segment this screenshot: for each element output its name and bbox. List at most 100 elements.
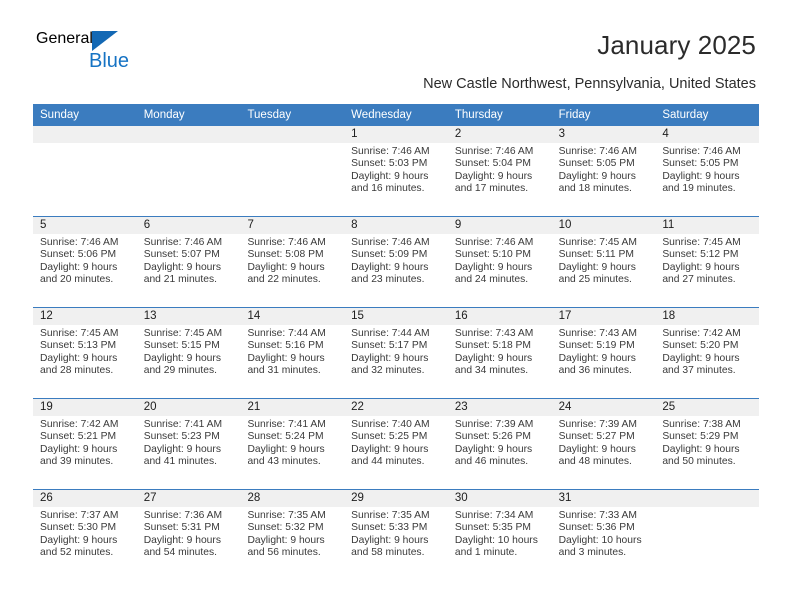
day-number: 12 xyxy=(33,308,137,325)
sunset-text: Sunset: 5:06 PM xyxy=(40,249,117,261)
sunrise-text: Sunrise: 7:43 AM xyxy=(454,328,534,339)
calendar-day-cell[interactable]: 21 Sunrise: 7:41 AM Sunset: 5:24 PM Dayligh… xyxy=(240,399,345,489)
sunrise-text: Sunrise: 7:46 AM xyxy=(454,146,534,157)
day-number: 31 xyxy=(551,490,656,507)
sunrise-text: Sunrise: 7:46 AM xyxy=(247,237,326,248)
day-number: 21 xyxy=(240,399,345,416)
day-details: Sunrise: 7:46 AM Sunset: 5:04 PM Daylight:… xyxy=(448,143,552,196)
calendar-day-cell[interactable]: 26 Sunrise: 7:37 AM Sunset: 5:30 PM Dayligh… xyxy=(33,490,137,580)
daylight-line2-text: and 17 minutes. xyxy=(454,183,529,195)
sunset-text: Sunset: 5:05 PM xyxy=(662,158,739,170)
calendar-day-cell[interactable]: 12 Sunrise: 7:45 AM Sunset: 5:13 PM Dayligh… xyxy=(33,308,137,398)
daylight-line1-text: Daylight: 9 hours xyxy=(143,443,221,455)
calendar-day-cell[interactable]: 28 Sunrise: 7:35 AM Sunset: 5:32 PM Dayligh… xyxy=(240,490,345,580)
calendar-day-cell[interactable]: 29 Sunrise: 7:35 AM Sunset: 5:33 PM Dayligh… xyxy=(344,490,448,580)
daylight-line2-text: and 1 minute. xyxy=(454,547,518,559)
day-details: Sunrise: 7:46 AM Sunset: 5:05 PM Daylight:… xyxy=(552,143,656,196)
calendar-day-cell[interactable]: 15 Sunrise: 7:44 AM Sunset: 5:17 PM Dayligh… xyxy=(344,308,448,398)
sunrise-text: Sunrise: 7:38 AM xyxy=(662,419,741,430)
calendar-day-cell[interactable]: 22 Sunrise: 7:40 AM Sunset: 5:25 PM Dayligh… xyxy=(344,399,448,489)
day-number: 11 xyxy=(655,217,760,234)
sunset-text: Sunset: 5:25 PM xyxy=(351,431,428,443)
day-details: Sunrise: 7:40 AM Sunset: 5:25 PM Daylight:… xyxy=(344,416,448,469)
weekday-header-sunday: Sunday xyxy=(40,109,80,121)
calendar-day-cell-empty xyxy=(33,126,137,216)
calendar-day-cell[interactable]: 13 Sunrise: 7:45 AM Sunset: 5:15 PM Dayligh… xyxy=(136,308,241,398)
day-number: 16 xyxy=(447,308,552,325)
calendar-day-cell[interactable]: 27 Sunrise: 7:36 AM Sunset: 5:31 PM Dayligh… xyxy=(136,490,241,580)
weekday-header-wednesday: Wednesday xyxy=(351,109,412,121)
sunrise-text: Sunrise: 7:46 AM xyxy=(40,237,119,248)
sunset-text: Sunset: 5:18 PM xyxy=(454,340,532,352)
calendar-day-cell[interactable]: 10 Sunrise: 7:45 AM Sunset: 5:11 PM Dayligh… xyxy=(551,217,656,307)
daylight-line2-text: and 25 minutes. xyxy=(558,274,632,286)
calendar-day-cell[interactable]: 20 Sunrise: 7:41 AM Sunset: 5:23 PM Dayligh… xyxy=(136,399,241,489)
sunset-text: Sunset: 5:16 PM xyxy=(247,340,324,352)
calendar-day-cell[interactable]: 4 Sunrise: 7:46 AM Sunset: 5:05 PM Daylight… xyxy=(655,126,760,216)
general-blue-logo[interactable]: General Blue xyxy=(36,30,236,76)
sunrise-text: Sunrise: 7:42 AM xyxy=(40,419,119,430)
daylight-line1-text: Daylight: 9 hours xyxy=(143,534,221,546)
daylight-line1-text: Daylight: 9 hours xyxy=(454,352,533,364)
day-number: 27 xyxy=(136,490,241,507)
calendar-day-cell[interactable]: 17 Sunrise: 7:43 AM Sunset: 5:19 PM Dayligh… xyxy=(551,308,656,398)
day-number: 5 xyxy=(33,217,137,234)
day-number: 22 xyxy=(344,399,448,416)
sunset-text: Sunset: 5:08 PM xyxy=(247,249,324,261)
calendar-day-cell[interactable]: 9 Sunrise: 7:46 AM Sunset: 5:10 PM Daylight… xyxy=(447,217,552,307)
sunrise-text: Sunrise: 7:33 AM xyxy=(558,510,638,521)
page-header: General Blue January 2025 New Castle Nor… xyxy=(0,0,792,92)
day-number: 6 xyxy=(136,217,241,234)
day-details: Sunrise: 7:43 AM Sunset: 5:19 PM Daylight:… xyxy=(552,325,656,378)
daylight-line2-text: and 34 minutes. xyxy=(454,365,529,377)
daylight-line1-text: Daylight: 9 hours xyxy=(558,261,636,273)
calendar-day-cell[interactable]: 14 Sunrise: 7:44 AM Sunset: 5:16 PM Dayligh… xyxy=(240,308,345,398)
sunrise-text: Sunrise: 7:46 AM xyxy=(351,237,430,248)
calendar-day-cell[interactable]: 8 Sunrise: 7:46 AM Sunset: 5:09 PM Daylight… xyxy=(344,217,448,307)
daylight-line2-text: and 19 minutes. xyxy=(662,183,736,195)
daylight-line2-text: and 54 minutes. xyxy=(143,547,217,559)
day-details: Sunrise: 7:42 AM Sunset: 5:21 PM Daylight:… xyxy=(33,416,137,469)
calendar-day-cell[interactable]: 25 Sunrise: 7:38 AM Sunset: 5:29 PM Dayligh… xyxy=(655,399,760,489)
calendar-day-cell[interactable]: 23 Sunrise: 7:39 AM Sunset: 5:26 PM Dayligh… xyxy=(447,399,552,489)
daylight-line1-text: Daylight: 9 hours xyxy=(662,352,740,364)
day-details: Sunrise: 7:35 AM Sunset: 5:32 PM Daylight:… xyxy=(240,507,344,560)
sunset-text: Sunset: 5:24 PM xyxy=(247,431,324,443)
calendar-day-cell[interactable]: 18 Sunrise: 7:42 AM Sunset: 5:20 PM Dayligh… xyxy=(655,308,760,398)
day-details: Sunrise: 7:46 AM Sunset: 5:07 PM Daylight:… xyxy=(137,234,241,287)
day-details: Sunrise: 7:45 AM Sunset: 5:12 PM Daylight:… xyxy=(655,234,759,287)
calendar-day-cell[interactable]: 19 Sunrise: 7:42 AM Sunset: 5:21 PM Dayligh… xyxy=(33,399,137,489)
day-details: Sunrise: 7:46 AM Sunset: 5:09 PM Daylight:… xyxy=(344,234,448,287)
calendar-day-cell[interactable]: 24 Sunrise: 7:39 AM Sunset: 5:27 PM Dayligh… xyxy=(551,399,656,489)
calendar-day-cell[interactable]: 2 Sunrise: 7:46 AM Sunset: 5:04 PM Daylight… xyxy=(447,126,552,216)
day-details: Sunrise: 7:42 AM Sunset: 5:20 PM Daylight:… xyxy=(655,325,759,378)
calendar-day-cell[interactable]: 6 Sunrise: 7:46 AM Sunset: 5:07 PM Daylight… xyxy=(136,217,241,307)
calendar-day-cell[interactable]: 7 Sunrise: 7:46 AM Sunset: 5:08 PM Daylight… xyxy=(240,217,345,307)
sunset-text: Sunset: 5:30 PM xyxy=(40,522,117,534)
day-number: 15 xyxy=(344,308,448,325)
calendar-day-cell[interactable]: 30 Sunrise: 7:34 AM Sunset: 5:35 PM Dayligh… xyxy=(447,490,552,580)
day-number: 26 xyxy=(33,490,137,507)
sunrise-text: Sunrise: 7:40 AM xyxy=(351,419,430,430)
daylight-line2-text: and 46 minutes. xyxy=(454,456,529,468)
sunrise-text: Sunrise: 7:41 AM xyxy=(247,419,326,430)
weekday-header-friday: Friday xyxy=(558,109,591,121)
calendar-day-cell[interactable]: 31 Sunrise: 7:33 AM Sunset: 5:36 PM Dayligh… xyxy=(551,490,656,580)
sunrise-text: Sunrise: 7:44 AM xyxy=(247,328,326,339)
day-details: Sunrise: 7:46 AM Sunset: 5:08 PM Daylight:… xyxy=(240,234,344,287)
sunrise-text: Sunrise: 7:39 AM xyxy=(558,419,638,430)
calendar-day-cell[interactable]: 16 Sunrise: 7:43 AM Sunset: 5:18 PM Dayligh… xyxy=(447,308,552,398)
logo-triangle-icon xyxy=(91,31,118,51)
day-number: 4 xyxy=(655,126,760,143)
calendar-day-cell[interactable]: 3 Sunrise: 7:46 AM Sunset: 5:05 PM Daylight… xyxy=(551,126,656,216)
daylight-line1-text: Daylight: 9 hours xyxy=(40,534,118,546)
day-details: Sunrise: 7:41 AM Sunset: 5:23 PM Daylight:… xyxy=(137,416,241,469)
daylight-line1-text: Daylight: 9 hours xyxy=(558,352,636,364)
sunset-text: Sunset: 5:09 PM xyxy=(351,249,428,261)
daylight-line1-text: Daylight: 9 hours xyxy=(351,534,429,546)
calendar-day-cell[interactable]: 5 Sunrise: 7:46 AM Sunset: 5:06 PM Daylight… xyxy=(33,217,137,307)
daylight-line2-text: and 21 minutes. xyxy=(143,274,217,286)
calendar-day-cell[interactable]: 11 Sunrise: 7:45 AM Sunset: 5:12 PM Dayligh… xyxy=(655,217,760,307)
calendar-day-cell[interactable]: 1 Sunrise: 7:46 AM Sunset: 5:03 PM Daylight… xyxy=(344,126,448,216)
day-number: 28 xyxy=(240,490,345,507)
